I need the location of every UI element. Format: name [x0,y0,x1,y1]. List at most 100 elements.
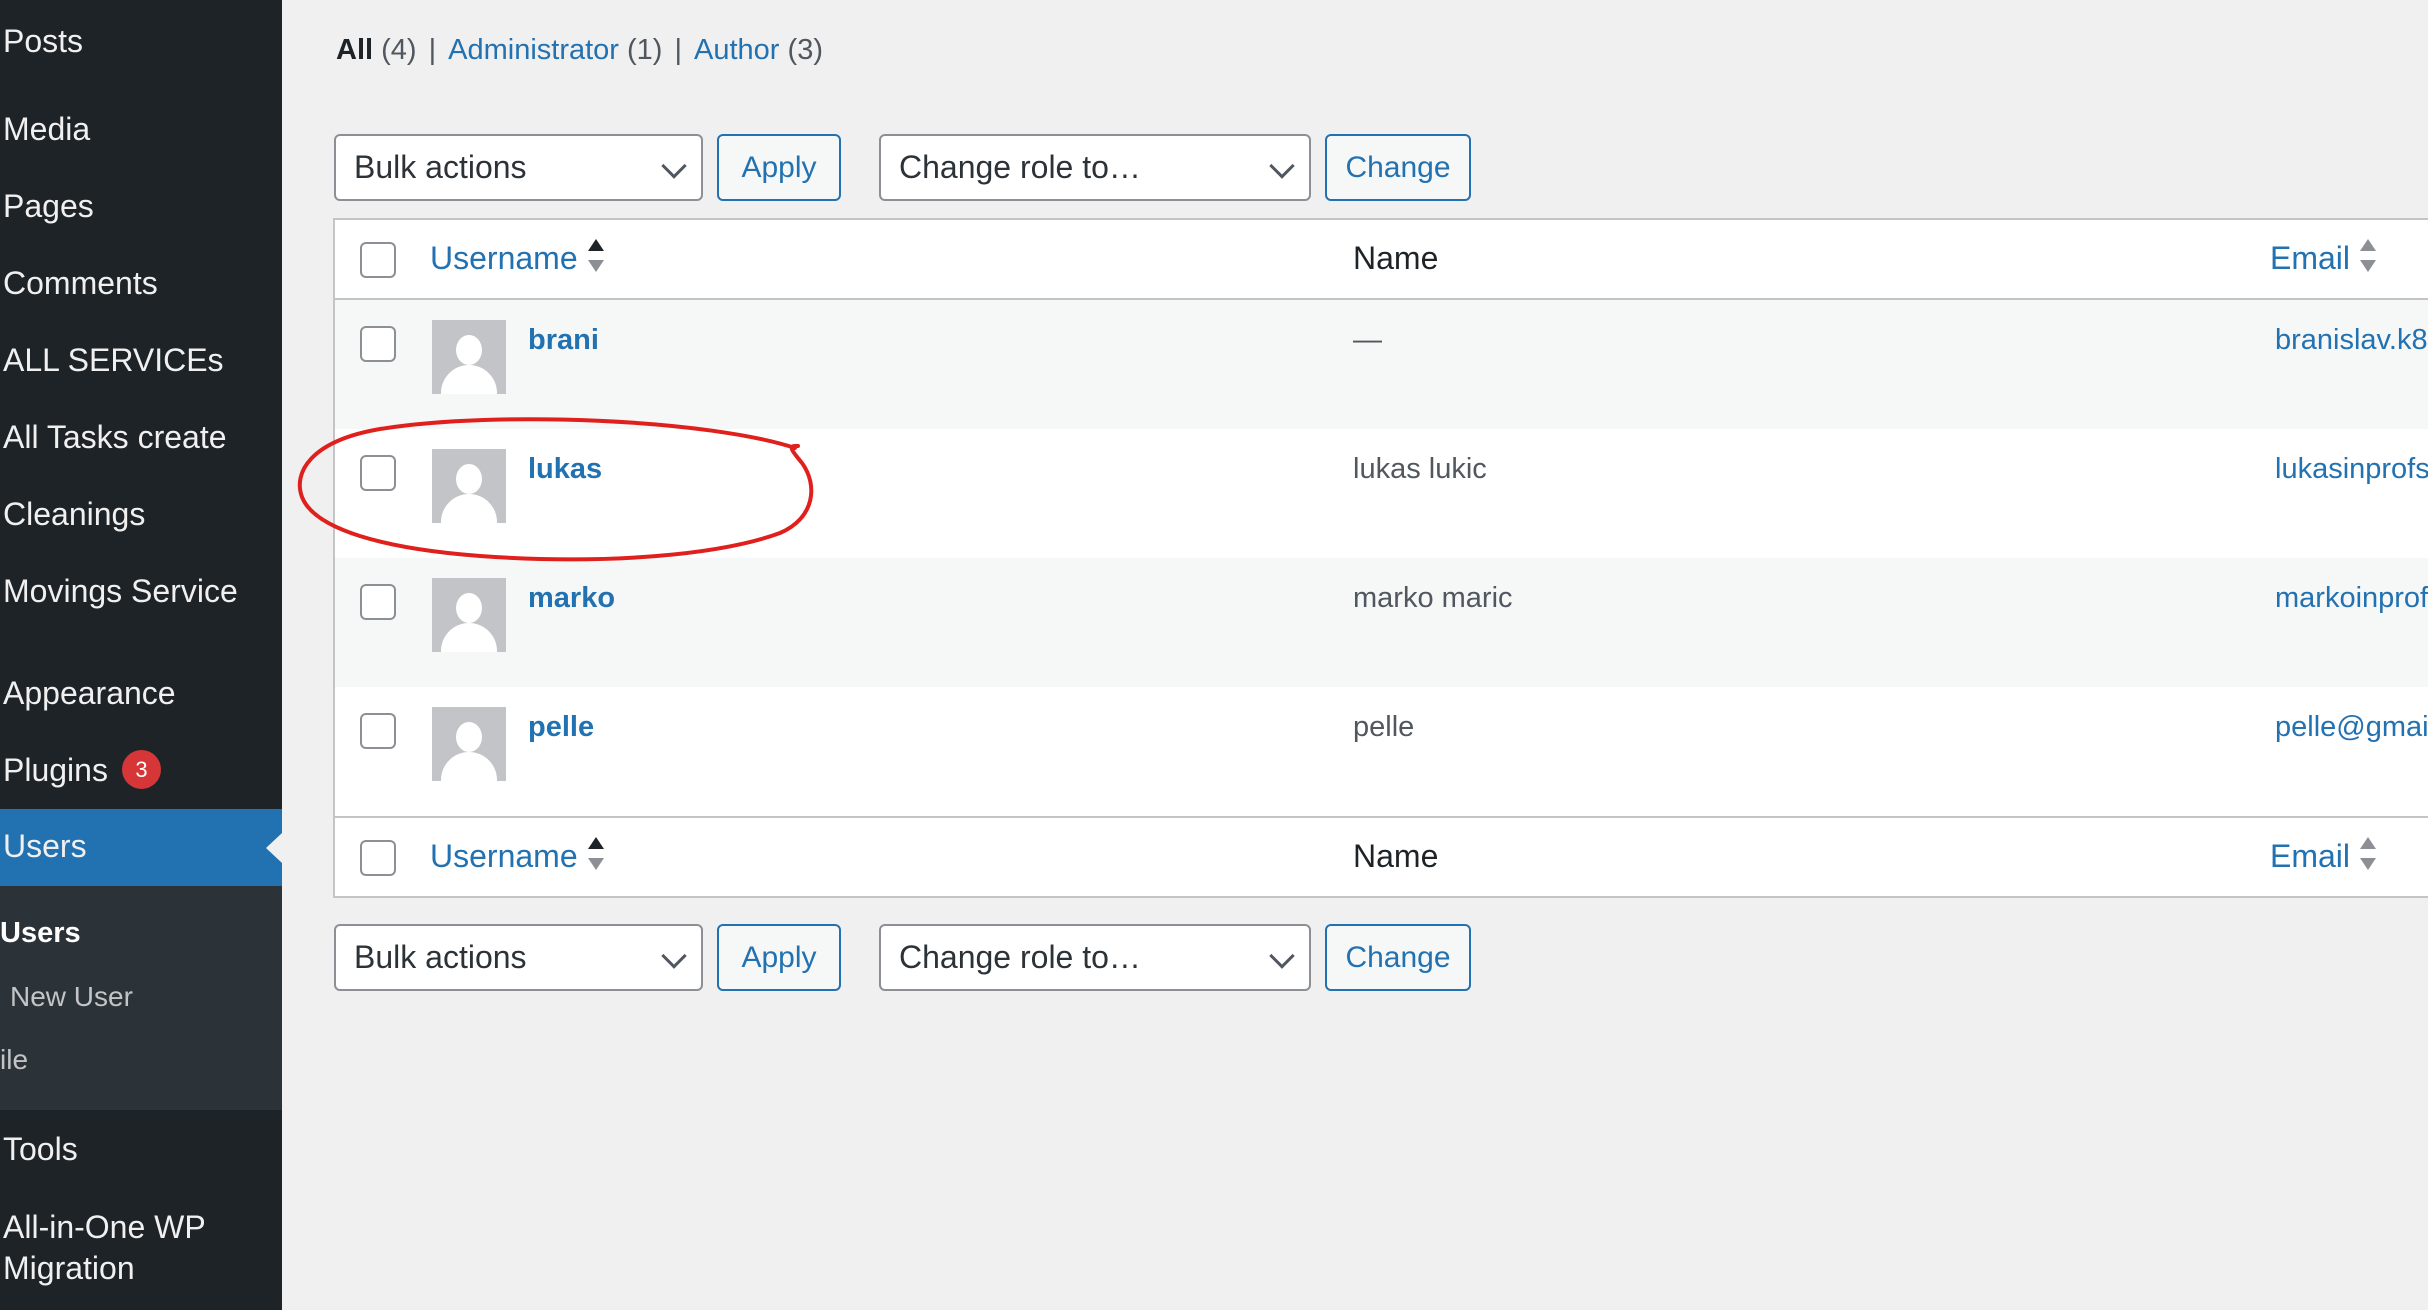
select-value: Change role to… [899,939,1141,975]
filter-count: (1) [627,34,663,66]
sort-arrows-icon [2360,238,2377,275]
sort-arrows-icon [587,238,604,275]
user-email-link[interactable]: lukasinprofs [2275,453,2428,486]
menu-label: Appearance [3,675,176,711]
select-value: Change role to… [899,149,1141,185]
table-footer: Username Name Email [335,816,2428,896]
column-label: Username [430,240,578,276]
menu-label: Users [3,828,87,864]
filter-count: (3) [787,34,823,66]
username-link[interactable]: pelle [528,711,594,744]
menu-label: Movings Service [3,573,238,609]
filter-separator: | [674,34,683,66]
menu-label: Pages [3,188,94,224]
change-button-top[interactable]: Change [1325,134,1471,201]
filter-administrator[interactable]: Administrator [448,34,619,66]
filter-separator: | [428,34,437,66]
menu-item-plugins[interactable]: Plugins 3 [3,750,161,792]
menu-item-tools[interactable]: Tools [3,1130,78,1168]
admin-sidebar: Posts Media Pages Comments ALL SERVICEs … [0,0,282,1310]
menu-label: Media [3,111,91,147]
menu-item-posts[interactable]: Posts [3,22,83,60]
column-username-footer[interactable]: Username [430,836,604,877]
column-username-header[interactable]: Username [430,238,604,279]
column-name-header: Name [1353,240,1439,276]
table-header: Username Name Email [335,220,2428,300]
table-row: marko marko maric markoinprof [335,558,2428,687]
user-full-name: marko maric [1353,582,1513,614]
avatar [432,707,506,781]
row-checkbox[interactable] [360,455,396,491]
sort-arrows-icon [587,836,604,873]
column-name-footer: Name [1353,838,1439,874]
filter-count: (4) [381,34,417,66]
select-all-checkbox-bottom[interactable] [360,840,396,876]
select-value: Bulk actions [354,939,527,975]
chevron-down-icon [661,943,687,969]
avatar [432,320,506,394]
column-email-header[interactable]: Email [2270,238,2377,279]
submenu-item-new-user[interactable]: New User [10,981,133,1013]
menu-item-cleanings[interactable]: Cleanings [3,495,145,533]
column-label: Email [2270,838,2351,874]
menu-label: Cleanings [3,496,146,532]
plugins-update-badge: 3 [121,750,161,790]
menu-item-pages[interactable]: Pages [3,187,94,225]
menu-label: Plugins [3,752,108,788]
bulk-actions-select-top[interactable]: Bulk actions [334,134,703,201]
username-link[interactable]: brani [528,324,599,357]
menu-item-media[interactable]: Media [3,110,90,148]
avatar [432,449,506,523]
menu-label: Posts [3,23,84,59]
menu-label: All-in-One WP Migration [3,1209,206,1286]
row-checkbox[interactable] [360,584,396,620]
avatar [432,578,506,652]
user-email-link[interactable]: branislav.k80 [2275,324,2428,357]
bulk-actions-select-bottom[interactable]: Bulk actions [334,924,703,991]
apply-button-top[interactable]: Apply [717,134,841,201]
row-checkbox[interactable] [360,326,396,362]
menu-item-movings-service[interactable]: Movings Service [3,572,238,610]
column-label: Username [430,838,578,874]
table-row: pelle pelle pelle@gmai [335,687,2428,816]
change-button-bottom[interactable]: Change [1325,924,1471,991]
menu-item-appearance[interactable]: Appearance [3,674,176,712]
user-full-name: lukas lukic [1353,453,1487,485]
chevron-down-icon [1269,153,1295,179]
chevron-down-icon [1269,943,1295,969]
filter-author[interactable]: Author [694,34,779,66]
menu-label: All Tasks create [3,419,227,455]
menu-label: Comments [3,265,158,301]
change-role-select-top[interactable]: Change role to… [879,134,1311,201]
select-all-checkbox[interactable] [360,242,396,278]
username-link[interactable]: lukas [528,453,602,486]
user-email-link[interactable]: markoinprof [2275,582,2428,615]
filter-all[interactable]: All [336,34,373,66]
menu-item-all-services[interactable]: ALL SERVICEs [3,341,224,379]
menu-item-all-tasks-create[interactable]: All Tasks create [3,418,227,456]
user-email-link[interactable]: pelle@gmai [2275,711,2428,744]
column-email-footer[interactable]: Email [2270,836,2377,877]
chevron-down-icon [661,153,687,179]
submenu-item-users[interactable]: Users [0,917,81,950]
sort-arrows-icon [2360,836,2377,873]
users-submenu: Users New User ile [0,886,282,1110]
submenu-item-profile[interactable]: ile [0,1044,28,1076]
menu-item-all-in-one-wp-migration[interactable]: All-in-One WP Migration [3,1207,273,1289]
user-full-name: pelle [1353,711,1415,743]
user-full-name: — [1353,324,1382,356]
menu-item-users[interactable]: Users [0,809,282,886]
role-filter-links: All (4) | Administrator (1) | Author (3) [336,34,823,67]
row-checkbox[interactable] [360,713,396,749]
menu-item-comments[interactable]: Comments [3,264,158,302]
select-value: Bulk actions [354,149,527,185]
username-link[interactable]: marko [528,582,615,615]
apply-button-bottom[interactable]: Apply [717,924,841,991]
menu-label: Tools [3,1131,78,1167]
active-pointer-icon [266,833,282,863]
menu-label: ALL SERVICEs [3,342,224,378]
column-label: Email [2270,240,2351,276]
users-table: Username Name Email brani — branislav.k8… [333,218,2428,898]
table-row: brani — branislav.k80 [335,300,2428,429]
change-role-select-bottom[interactable]: Change role to… [879,924,1311,991]
